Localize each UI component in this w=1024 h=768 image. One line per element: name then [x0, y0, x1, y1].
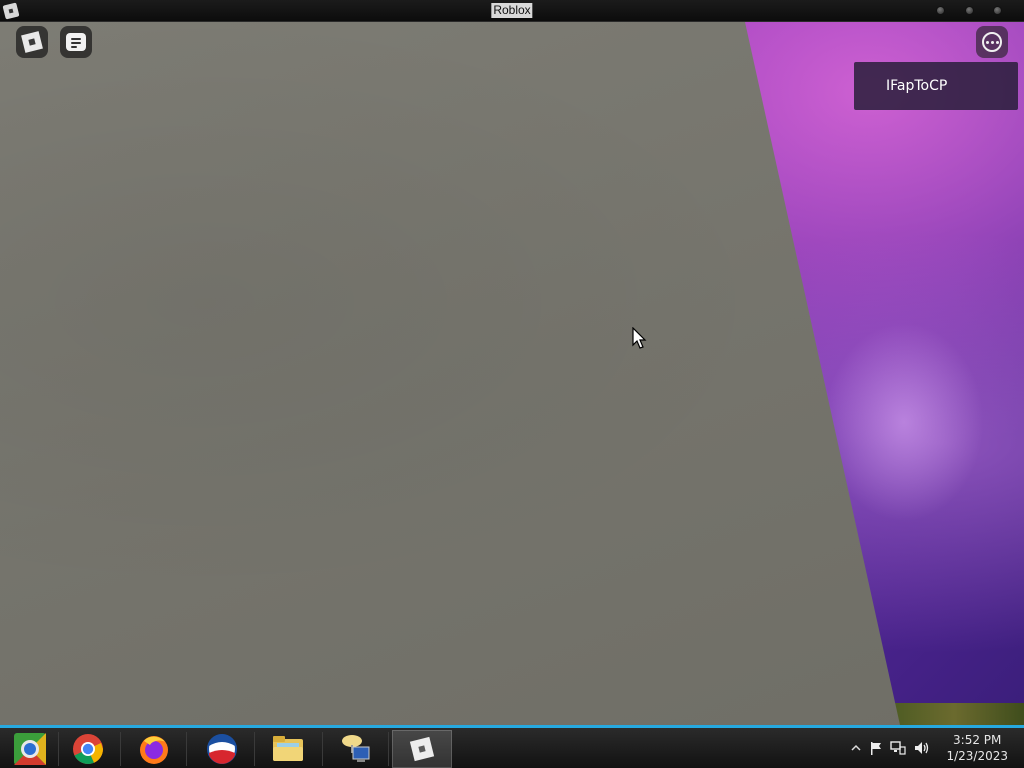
volume-icon[interactable] [914, 740, 930, 756]
network-icon[interactable] [890, 740, 906, 756]
chrome-icon [73, 734, 103, 764]
taskbar-roblox[interactable] [392, 730, 452, 768]
mouse-cursor-icon [632, 327, 647, 349]
maximize-button[interactable] [965, 6, 974, 15]
roblox-app-icon[interactable] [2, 2, 20, 20]
roblox-icon [409, 736, 435, 762]
roblox-logo-icon [21, 31, 43, 53]
chat-button[interactable] [60, 26, 92, 58]
close-button[interactable] [993, 6, 1002, 15]
clock-date: 1/23/2023 [946, 749, 1008, 763]
system-tray: 3:52 PM 1/23/2023 [824, 728, 1024, 768]
chromium-icon [14, 733, 46, 765]
window-title: Roblox [491, 3, 533, 18]
more-options-icon [982, 32, 1002, 52]
taskbar-pepsi[interactable] [192, 730, 252, 768]
taskbar: 3:52 PM 1/23/2023 [0, 725, 1024, 768]
player-name[interactable]: IFapToCP [854, 78, 947, 94]
taskbar-network[interactable] [326, 730, 386, 768]
chat-icon [66, 33, 86, 51]
taskbar-chromium[interactable] [0, 730, 60, 768]
action-center-flag-icon[interactable] [868, 740, 884, 756]
game-viewport[interactable]: IFapToCP [0, 22, 1024, 725]
clock-time: 3:52 PM [953, 733, 1002, 747]
ground-strip [884, 703, 1024, 725]
folder-icon [273, 736, 303, 761]
clock[interactable]: 3:52 PM 1/23/2023 [946, 732, 1008, 764]
firefox-icon [140, 736, 168, 764]
taskbar-firefox[interactable] [124, 730, 184, 768]
window-titlebar[interactable]: Roblox [0, 0, 1024, 22]
network-computer-icon [342, 735, 370, 762]
taskbar-chrome[interactable] [58, 730, 118, 768]
minimize-button[interactable] [936, 6, 945, 15]
pepsi-icon [207, 734, 237, 764]
more-options-button[interactable] [976, 26, 1008, 58]
roblox-menu-button[interactable] [16, 26, 48, 58]
taskbar-file-explorer[interactable] [258, 730, 318, 768]
player-list[interactable]: IFapToCP [854, 62, 1018, 110]
show-hidden-arrow-icon[interactable] [848, 740, 864, 756]
